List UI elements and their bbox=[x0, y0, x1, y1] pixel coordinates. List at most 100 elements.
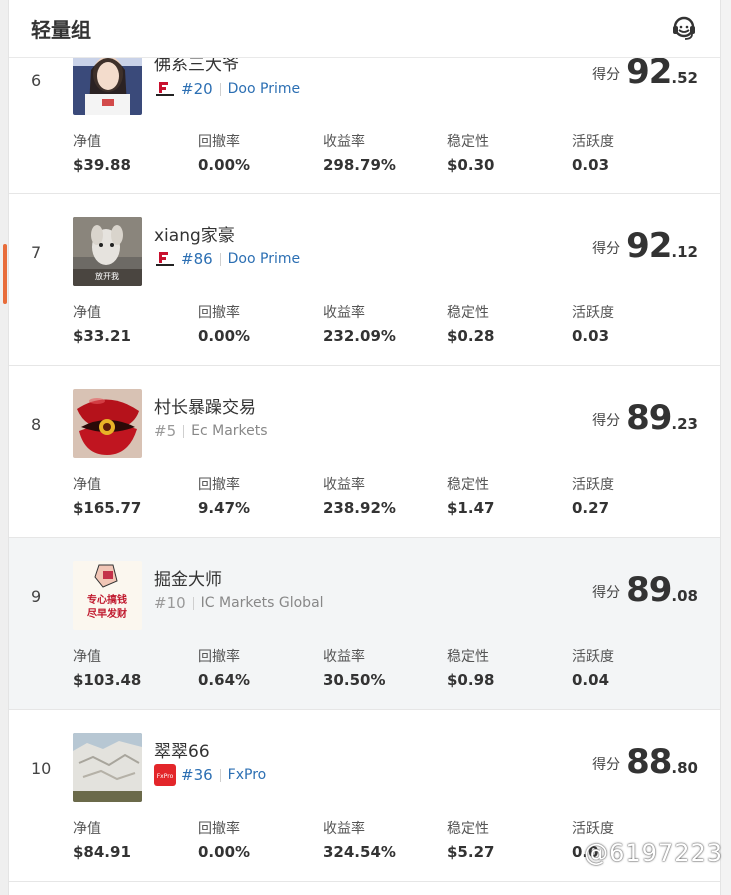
trader-name[interactable]: 村长暴躁交易 bbox=[154, 393, 256, 418]
return-label: 收益率 bbox=[323, 649, 365, 665]
return-value: 232.09% bbox=[323, 327, 396, 345]
broker-rank: #36 bbox=[181, 766, 213, 784]
broker-info: #86 Doo Prime bbox=[154, 248, 300, 270]
stability-value: $5.27 bbox=[447, 843, 495, 861]
return-label: 收益率 bbox=[323, 134, 365, 150]
score-integer: 88 bbox=[626, 742, 672, 782]
score-label: 得分 bbox=[592, 241, 621, 257]
divider bbox=[183, 424, 185, 438]
stability-label: 稳定性 bbox=[447, 305, 489, 321]
return-value: 324.54% bbox=[323, 843, 396, 861]
score: 得分 92.12 bbox=[592, 226, 698, 266]
return-label: 收益率 bbox=[323, 305, 365, 321]
stability-value: $0.30 bbox=[447, 156, 495, 174]
activity-label: 活跃度 bbox=[572, 821, 614, 837]
avatar-caption: 放开我 bbox=[95, 271, 119, 281]
net-value: $103.48 bbox=[73, 671, 142, 689]
trader-name[interactable]: 掘金大师 bbox=[154, 565, 222, 590]
stability-label: 稳定性 bbox=[447, 134, 489, 150]
broker-info: #20 Doo Prime bbox=[154, 78, 300, 100]
stats-group: 净值 $165.77 回撤率 9.47% 收益率 238.92% 稳定性 $1.47 活… bbox=[73, 474, 693, 524]
activity-value: 0.27 bbox=[572, 499, 610, 517]
fxpro-logo-text: FxPro bbox=[157, 773, 174, 780]
active-indicator bbox=[3, 244, 7, 304]
net-value-label: 净值 bbox=[73, 134, 101, 150]
stability-value: $0.28 bbox=[447, 327, 495, 345]
fxpro-logo: FxPro bbox=[154, 764, 176, 786]
broker-link[interactable]: Doo Prime bbox=[228, 81, 300, 97]
divider bbox=[219, 768, 221, 782]
doo-prime-logo bbox=[154, 248, 176, 270]
score-decimal: .23 bbox=[671, 415, 698, 433]
broker-info: #10 IC Markets Global bbox=[154, 594, 324, 612]
headset-icon[interactable] bbox=[670, 14, 698, 42]
doo-prime-logo bbox=[154, 78, 176, 100]
net-value: $165.77 bbox=[73, 499, 142, 517]
activity-label: 活跃度 bbox=[572, 649, 614, 665]
drawdown-label: 回撤率 bbox=[198, 134, 240, 150]
stats-group: 净值 $103.48 回撤率 0.64% 收益率 30.50% 稳定性 $0.98 活跃… bbox=[73, 646, 693, 696]
broker-link[interactable]: Doo Prime bbox=[228, 251, 300, 267]
broker-info: #5 Ec Markets bbox=[154, 422, 268, 440]
stability-label: 稳定性 bbox=[447, 477, 489, 493]
net-value: $84.91 bbox=[73, 843, 131, 861]
rank-number: 8 bbox=[31, 415, 42, 434]
drawdown-value: 0.00% bbox=[198, 327, 251, 345]
score-integer: 89 bbox=[626, 398, 672, 438]
trader-row[interactable]: 8 村长暴躁交易 #5 Ec Markets 得分 89.23 净值 $165.… bbox=[9, 366, 720, 538]
stats-group: 净值 $39.88 回撤率 0.00% 收益率 298.79% 稳定性 $0.30 活跃… bbox=[73, 131, 693, 181]
activity-value: 0.03 bbox=[572, 156, 610, 174]
drawdown-label: 回撤率 bbox=[198, 649, 240, 665]
broker-link[interactable]: Ec Markets bbox=[191, 423, 267, 439]
activity-label: 活跃度 bbox=[572, 305, 614, 321]
stability-label: 稳定性 bbox=[447, 649, 489, 665]
drawdown-label: 回撤率 bbox=[198, 477, 240, 493]
drawdown-value: 0.00% bbox=[198, 843, 251, 861]
stability-label: 稳定性 bbox=[447, 821, 489, 837]
return-label: 收益率 bbox=[323, 821, 365, 837]
activity-value: 0.03 bbox=[572, 327, 610, 345]
rank-number: 7 bbox=[31, 243, 42, 262]
broker-info: FxPro #36 FxPro bbox=[154, 764, 266, 786]
score: 得分 92.52 bbox=[592, 52, 698, 92]
divider bbox=[219, 82, 221, 96]
avatar-text-line2: 尽早发财 bbox=[87, 607, 127, 620]
broker-link[interactable]: IC Markets Global bbox=[201, 595, 324, 611]
activity-label: 活跃度 bbox=[572, 477, 614, 493]
drawdown-value: 9.47% bbox=[198, 499, 251, 517]
score-integer: 89 bbox=[626, 570, 672, 610]
score-decimal: .08 bbox=[671, 587, 698, 605]
watermark: @6197223 bbox=[584, 839, 723, 867]
score-label: 得分 bbox=[592, 757, 621, 773]
broker-rank: #10 bbox=[154, 594, 186, 612]
score: 得分 89.08 bbox=[592, 570, 698, 610]
trader-avatar[interactable] bbox=[73, 733, 142, 802]
drawdown-label: 回撤率 bbox=[198, 821, 240, 837]
trader-avatar[interactable]: 专心搞钱 尽早发财 bbox=[73, 561, 142, 630]
broker-link[interactable]: FxPro bbox=[228, 767, 267, 783]
score: 得分 89.23 bbox=[592, 398, 698, 438]
net-value: $33.21 bbox=[73, 327, 131, 345]
rank-number: 10 bbox=[31, 759, 52, 778]
net-value: $39.88 bbox=[73, 156, 131, 174]
trader-avatar[interactable]: 放开我 bbox=[73, 217, 142, 286]
trader-avatar[interactable] bbox=[73, 389, 142, 458]
trader-name[interactable]: 翠翠66 bbox=[154, 737, 210, 762]
score-label: 得分 bbox=[592, 413, 621, 429]
left-strip bbox=[0, 0, 8, 895]
trader-row[interactable]: 9 专心搞钱 尽早发财 掘金大师 #10 IC Markets Global 得… bbox=[9, 538, 720, 710]
rank-number: 9 bbox=[31, 587, 42, 606]
score-decimal: .12 bbox=[671, 243, 698, 261]
net-value-label: 净值 bbox=[73, 649, 101, 665]
net-value-label: 净值 bbox=[73, 305, 101, 321]
rank-number: 6 bbox=[31, 71, 42, 90]
stability-value: $1.47 bbox=[447, 499, 495, 517]
score-integer: 92 bbox=[626, 52, 672, 92]
trader-row[interactable]: 7 放开我 xiang家豪 #86 Doo Prime 得分 92.12 净值 … bbox=[9, 194, 720, 366]
return-label: 收益率 bbox=[323, 477, 365, 493]
return-value: 238.92% bbox=[323, 499, 396, 517]
score-label: 得分 bbox=[592, 585, 621, 601]
trader-name[interactable]: xiang家豪 bbox=[154, 221, 235, 246]
panel-header: 轻量组 bbox=[9, 0, 720, 58]
score-decimal: .52 bbox=[671, 69, 698, 87]
